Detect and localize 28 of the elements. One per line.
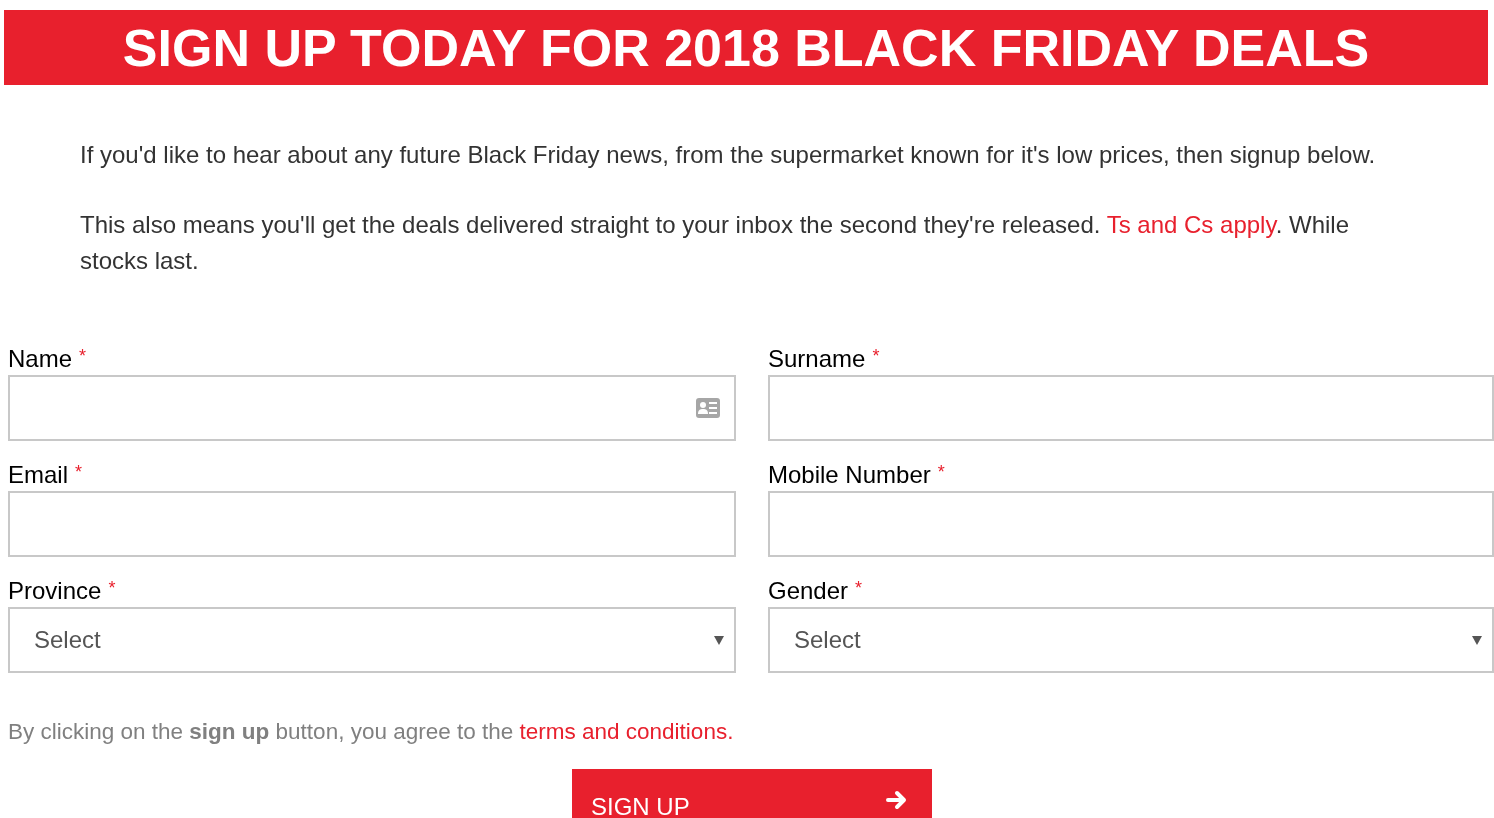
input-field[interactable] bbox=[8, 491, 736, 557]
input-field[interactable] bbox=[768, 491, 1494, 557]
field-label: Province bbox=[8, 576, 102, 606]
required-mark: * bbox=[872, 345, 880, 368]
required-mark: * bbox=[855, 577, 863, 600]
field-label: Surname bbox=[768, 344, 866, 374]
select-field[interactable]: Select bbox=[768, 607, 1494, 673]
intro-paragraph: This also means you'll get the deals delivered straight to your inbox the second they're released. Ts and Cs apply. While stocks last. bbox=[80, 210, 1350, 276]
agreement-text: By clicking on the sign up button, you agree to the terms and conditions. bbox=[7, 718, 735, 746]
intro-paragraph: If you'd like to hear about any future Black Friday news, from the supermarket known for it's low prices, then signup below. bbox=[80, 140, 1376, 170]
required-mark: * bbox=[937, 461, 945, 484]
required-mark: * bbox=[79, 345, 87, 368]
banner-title: SIGN UP TODAY FOR 2018 BLACK FRIDAY DEALS bbox=[122, 21, 1370, 74]
field-label: Email bbox=[8, 460, 68, 490]
select-field[interactable]: Select bbox=[8, 607, 736, 673]
field-label: Name bbox=[8, 344, 73, 374]
terms-link[interactable]: terms and conditions. bbox=[519, 719, 734, 744]
required-mark: * bbox=[108, 577, 116, 600]
field-label: Mobile Number bbox=[768, 460, 931, 490]
required-mark: * bbox=[75, 461, 83, 484]
terms-link[interactable]: Ts and Cs apply bbox=[1106, 211, 1276, 238]
caret-icon bbox=[1472, 635, 1482, 645]
input-field[interactable] bbox=[768, 375, 1494, 441]
arrow-right-icon bbox=[886, 790, 908, 810]
input-field[interactable] bbox=[8, 375, 736, 441]
field-label: Gender bbox=[768, 576, 849, 606]
sign-up-button[interactable]: SIGN UP bbox=[572, 769, 932, 818]
caret-icon bbox=[714, 635, 724, 645]
